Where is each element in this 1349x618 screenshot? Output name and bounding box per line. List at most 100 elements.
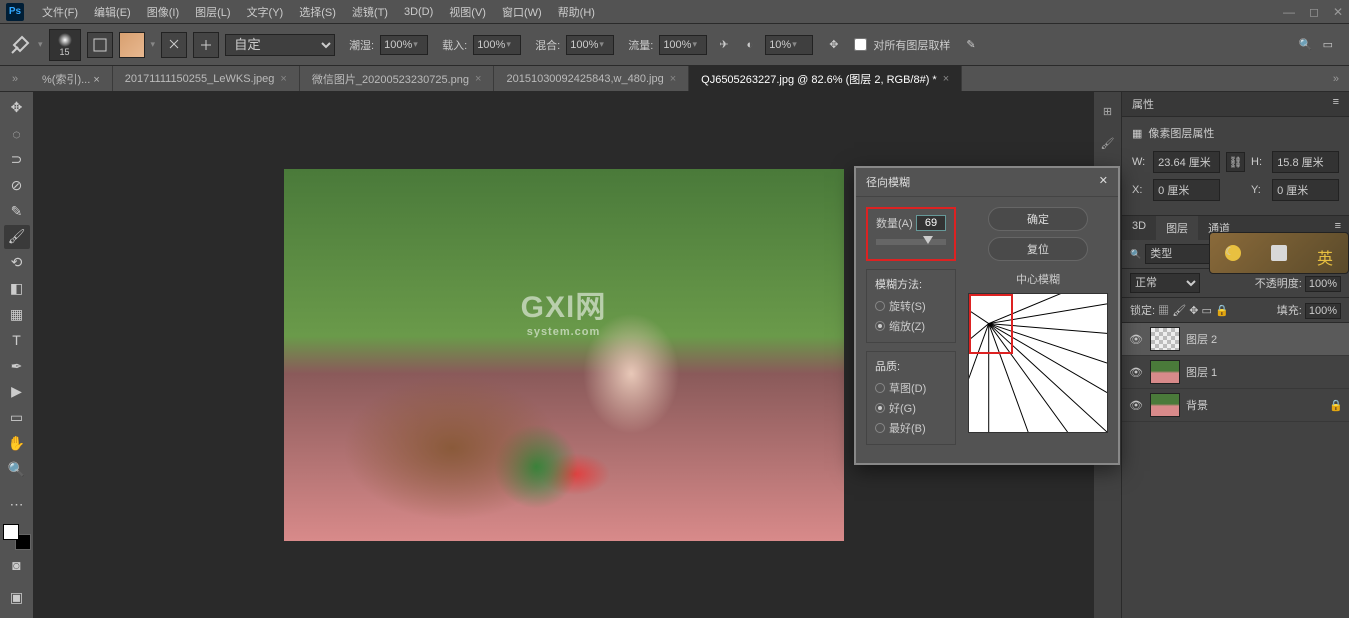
close-icon[interactable]: ✕ bbox=[1099, 174, 1108, 190]
blend-mode-select[interactable]: 正常 bbox=[1130, 273, 1200, 293]
eraser-tool[interactable]: ◧ bbox=[4, 277, 30, 301]
layer-thumb[interactable] bbox=[1150, 327, 1180, 351]
lock-artboard-icon[interactable]: ▭ bbox=[1202, 305, 1212, 317]
mixer-brush-tool-icon[interactable] bbox=[8, 33, 32, 57]
radio-draft[interactable]: 草图(D) bbox=[875, 378, 947, 398]
quickmask-tool[interactable]: ◙ bbox=[4, 552, 30, 578]
marquee-tool[interactable]: ◌ bbox=[4, 122, 30, 146]
reset-button[interactable]: 复位 bbox=[988, 237, 1088, 261]
chevron-down-icon[interactable]: ▾ bbox=[151, 39, 156, 50]
brush-preview[interactable]: 15 bbox=[49, 29, 81, 61]
foreground-color[interactable] bbox=[3, 524, 19, 540]
close-icon[interactable]: × bbox=[943, 73, 949, 85]
close-icon[interactable]: × bbox=[670, 73, 676, 85]
y-value[interactable]: 0 厘米 bbox=[1272, 179, 1339, 201]
shape-tool[interactable]: ▭ bbox=[4, 406, 30, 430]
zoom-tool[interactable]: 🔍 bbox=[4, 457, 30, 481]
layer-thumb[interactable] bbox=[1150, 393, 1180, 417]
menu-3d[interactable]: 3D(D) bbox=[396, 6, 441, 18]
workspace-icon[interactable]: ▭ bbox=[1323, 38, 1333, 51]
brush-panel-button[interactable] bbox=[87, 32, 113, 58]
layer-thumb[interactable] bbox=[1150, 360, 1180, 384]
link-icon[interactable]: ⛓ bbox=[1226, 152, 1245, 172]
close-icon[interactable]: ✕ bbox=[1333, 5, 1343, 19]
blur-center-preview[interactable] bbox=[968, 293, 1108, 433]
tab-doc-5[interactable]: QJ6505263227.jpg @ 82.6% (图层 2, RGB/8#) … bbox=[689, 66, 962, 91]
close-icon[interactable]: × bbox=[475, 73, 481, 85]
properties-tab[interactable]: 属性≡ bbox=[1122, 92, 1349, 117]
maximize-icon[interactable]: ◻ bbox=[1309, 5, 1319, 19]
ok-button[interactable]: 确定 bbox=[988, 207, 1088, 231]
mix-value[interactable]: 100%▾ bbox=[566, 35, 614, 55]
menu-file[interactable]: 文件(F) bbox=[34, 4, 86, 20]
pen-tool[interactable]: ✒ bbox=[4, 354, 30, 378]
menu-layer[interactable]: 图层(L) bbox=[187, 4, 238, 20]
gradient-tool[interactable]: ▦ bbox=[4, 303, 30, 327]
search-icon[interactable]: 🔍 bbox=[1299, 38, 1313, 51]
load-value[interactable]: 100%▾ bbox=[473, 35, 521, 55]
minimize-icon[interactable]: — bbox=[1283, 5, 1295, 19]
menu-type[interactable]: 文字(Y) bbox=[239, 4, 292, 20]
spray-icon[interactable]: ◐ bbox=[747, 39, 754, 51]
hand-tool[interactable]: ✋ bbox=[4, 432, 30, 456]
menu-select[interactable]: 选择(S) bbox=[291, 4, 344, 20]
menu-edit[interactable]: 编辑(E) bbox=[86, 4, 139, 20]
amount-input[interactable] bbox=[916, 215, 946, 231]
menu-help[interactable]: 帮助(H) bbox=[550, 4, 603, 20]
h-value[interactable]: 15.8 厘米 bbox=[1272, 151, 1339, 173]
preset-select[interactable]: 自定 bbox=[225, 34, 335, 56]
radio-best[interactable]: 最好(B) bbox=[875, 418, 947, 438]
tab-doc-4[interactable]: 20151030092425843,w_480.jpg× bbox=[494, 66, 689, 91]
layer-item[interactable]: 👁 图层 1 bbox=[1122, 356, 1349, 389]
chevron-down-icon[interactable]: ▾ bbox=[38, 39, 43, 50]
airbrush-icon[interactable]: ✈ bbox=[719, 38, 728, 51]
radio-zoom[interactable]: 缩放(Z) bbox=[875, 316, 947, 336]
fill-value[interactable]: 100% bbox=[1305, 303, 1341, 319]
w-value[interactable]: 23.64 厘米 bbox=[1153, 151, 1220, 173]
brush-load-swatch[interactable] bbox=[119, 32, 145, 58]
lasso-tool[interactable]: ⊃ bbox=[4, 148, 30, 172]
menu-image[interactable]: 图像(I) bbox=[139, 4, 187, 20]
visibility-icon[interactable]: 👁 bbox=[1128, 399, 1144, 412]
ad-banner[interactable]: ☾ 英 bbox=[1209, 232, 1349, 274]
load-brush-icon[interactable] bbox=[161, 32, 187, 58]
radio-spin[interactable]: 旋转(S) bbox=[875, 296, 947, 316]
flow-value[interactable]: 100%▾ bbox=[659, 35, 707, 55]
clean-brush-icon[interactable] bbox=[193, 32, 219, 58]
x-value[interactable]: 0 厘米 bbox=[1153, 179, 1220, 201]
tab-doc-2[interactable]: 20171111150255_LeWKS.jpeg× bbox=[113, 66, 300, 91]
radio-good[interactable]: 好(G) bbox=[875, 398, 947, 418]
menu-view[interactable]: 视图(V) bbox=[441, 4, 494, 20]
layer-item[interactable]: 👁 图层 2 bbox=[1122, 323, 1349, 356]
tablet-icon[interactable]: ✎ bbox=[966, 38, 975, 51]
extra-value[interactable]: 10%▾ bbox=[765, 35, 813, 55]
brushes-icon[interactable]: 🖌 bbox=[1099, 134, 1117, 152]
quick-select-tool[interactable]: ⊘ bbox=[4, 173, 30, 197]
document-canvas[interactable]: GXl网 system.com bbox=[284, 169, 844, 541]
mixer-brush-tool[interactable]: 🖌 bbox=[4, 225, 30, 249]
tab-layers[interactable]: 图层 bbox=[1156, 216, 1198, 240]
sample-all-checkbox[interactable] bbox=[854, 38, 867, 51]
tablet-pressure-icon[interactable]: ✥ bbox=[829, 38, 838, 51]
panel-menu-icon[interactable]: ≡ bbox=[1333, 96, 1339, 112]
tab-overflow-icon[interactable]: » bbox=[1323, 66, 1349, 91]
eyedropper-tool[interactable]: ✎ bbox=[4, 199, 30, 223]
screenmode-tool[interactable]: ▣ bbox=[4, 584, 30, 610]
visibility-icon[interactable]: 👁 bbox=[1128, 366, 1144, 379]
opacity-value[interactable]: 100% bbox=[1305, 276, 1341, 292]
tab-3d[interactable]: 3D bbox=[1122, 216, 1156, 240]
color-swatches[interactable] bbox=[3, 524, 31, 550]
tab-doc-3[interactable]: 微信图片_20200523230725.png× bbox=[300, 66, 495, 91]
tab-doc-1[interactable]: %(索引)... × bbox=[30, 66, 113, 91]
amount-slider[interactable] bbox=[876, 239, 946, 245]
wet-value[interactable]: 100%▾ bbox=[380, 35, 428, 55]
adjustments-icon[interactable]: ⊞ bbox=[1099, 102, 1117, 120]
menu-filter[interactable]: 滤镜(T) bbox=[344, 4, 396, 20]
lock-transparent-icon[interactable]: ▦ bbox=[1158, 305, 1169, 317]
lock-position-icon[interactable]: ✥ bbox=[1189, 305, 1198, 317]
layer-item[interactable]: 👁 背景 🔒 bbox=[1122, 389, 1349, 422]
lock-all-icon[interactable]: 🔒 bbox=[1215, 305, 1229, 317]
type-tool[interactable]: T bbox=[4, 328, 30, 352]
lock-paint-icon[interactable]: 🖌 bbox=[1172, 305, 1186, 317]
menu-window[interactable]: 窗口(W) bbox=[494, 4, 550, 20]
